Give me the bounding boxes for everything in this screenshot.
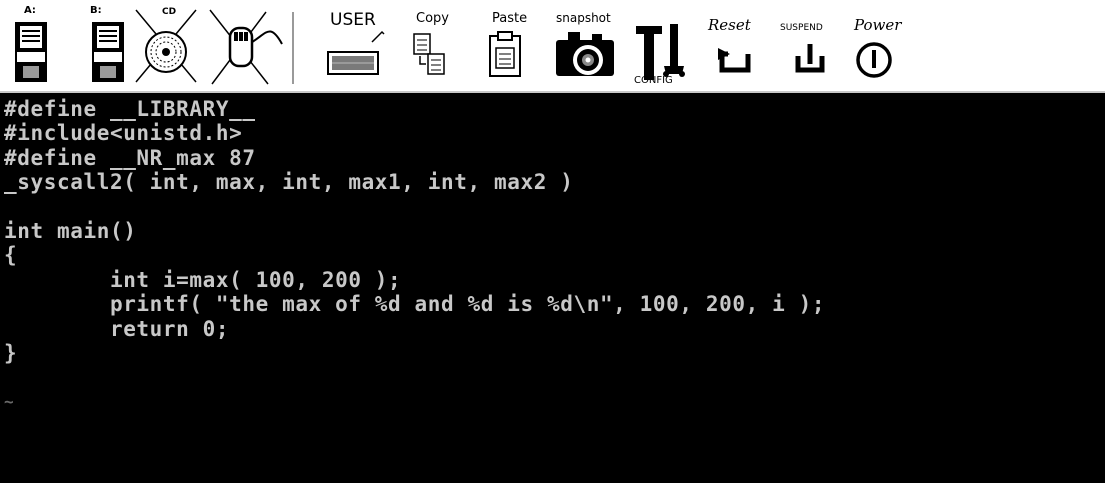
code-line: int main(): [4, 218, 137, 243]
code-line: {: [4, 243, 18, 268]
paste-icon: [489, 31, 521, 77]
cdrom-icon: [135, 9, 197, 83]
code-line: printf( "the max of %d and %d is %d\n", …: [4, 292, 826, 317]
code-line: #include<unistd.h>: [4, 121, 243, 146]
reset-button[interactable]: Reset: [700, 4, 772, 88]
suspend-icon: [795, 44, 825, 73]
mouse-button[interactable]: [208, 4, 284, 88]
paste-button[interactable]: Paste: [472, 4, 536, 88]
keyboard-icon: [327, 30, 385, 75]
bochs-window: A: B: CD USER Copy Paste snapshot CONFIG…: [0, 0, 1105, 483]
code-line: #define __NR_max 87: [4, 145, 256, 170]
code-line: _syscall2( int, max, int, max1, int, max…: [4, 170, 574, 195]
copy-button[interactable]: Copy: [400, 4, 464, 88]
config-label: CONFIG: [634, 75, 673, 86]
floppy-disk-icon: [15, 22, 47, 82]
copy-icon: [413, 33, 445, 75]
vim-tilde: ~: [4, 391, 15, 411]
toolbar-separator: [292, 12, 295, 84]
code-line: return 0;: [4, 316, 230, 341]
floppy-a-button[interactable]: A:: [2, 4, 64, 88]
suspend-button[interactable]: SUSPEND: [776, 4, 844, 88]
config-button[interactable]: CONFIG: [630, 4, 694, 88]
terminal-screen[interactable]: #define __LIBRARY__ #include<unistd.h> #…: [0, 93, 1105, 483]
user-button[interactable]: USER: [300, 4, 392, 88]
camera-icon: [556, 32, 614, 76]
code-line: #define __LIBRARY__: [4, 97, 256, 121]
code-line: int i=max( 100, 200 );: [4, 267, 402, 292]
code-line: }: [4, 340, 18, 365]
floppy-disk-icon: [92, 22, 124, 82]
snapshot-button[interactable]: snapshot: [546, 4, 624, 88]
code-text: #define __LIBRARY__ #include<unistd.h> #…: [4, 97, 825, 414]
power-button[interactable]: Power: [848, 4, 912, 88]
toolbar: A: B: CD USER Copy Paste snapshot CONFIG…: [0, 0, 1105, 93]
cdrom-button[interactable]: CD: [132, 4, 202, 88]
mouse-capture-icon: [209, 9, 283, 85]
reset-icon: [718, 48, 751, 73]
floppy-b-button[interactable]: B:: [66, 4, 128, 88]
power-icon: [856, 42, 892, 78]
